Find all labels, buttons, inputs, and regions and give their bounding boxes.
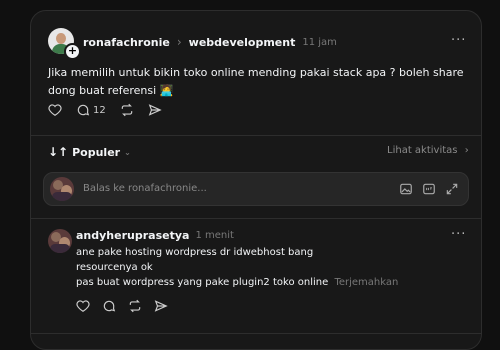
heart-icon[interactable] bbox=[76, 299, 90, 313]
send-icon bbox=[148, 104, 162, 116]
post-time: 11 jam bbox=[302, 36, 337, 48]
more-options-icon[interactable]: ··· bbox=[451, 33, 466, 48]
post-actions: 12 bbox=[48, 103, 162, 117]
reply-composer[interactable]: Balas ke ronafachronie... bbox=[43, 172, 469, 206]
repost-button[interactable] bbox=[120, 103, 134, 117]
composer-avatar bbox=[50, 177, 74, 201]
image-icon[interactable] bbox=[399, 182, 413, 196]
sort-arrows-icon: ↓↑ bbox=[48, 145, 69, 159]
comment-icon bbox=[77, 104, 90, 116]
reply-actions bbox=[76, 299, 168, 313]
reply-body: ane pake hosting wordpress dr idwebhost … bbox=[76, 245, 476, 290]
send-icon[interactable] bbox=[154, 299, 168, 313]
chevron-right-icon: › bbox=[464, 145, 469, 156]
heart-icon bbox=[48, 104, 62, 116]
like-button[interactable] bbox=[48, 103, 62, 117]
reply-header: andyheruprasetya 1 menit bbox=[76, 229, 234, 242]
translate-link[interactable]: Terjemahkan bbox=[334, 277, 398, 288]
reply-username[interactable]: andyheruprasetya bbox=[76, 229, 189, 242]
gif-icon[interactable] bbox=[422, 182, 436, 196]
reply-count: 12 bbox=[93, 104, 106, 116]
reply-avatar[interactable] bbox=[48, 229, 72, 253]
divider bbox=[31, 333, 481, 334]
technologist-emoji-icon: 🧑‍💻 bbox=[159, 84, 174, 97]
sort-dropdown[interactable]: ↓↑ Populer ⌄ bbox=[48, 145, 131, 159]
divider bbox=[31, 135, 481, 136]
reply-input[interactable]: Balas ke ronafachronie... bbox=[83, 183, 207, 194]
activity-link[interactable]: Lihat aktivitas › bbox=[387, 145, 469, 156]
share-button[interactable] bbox=[148, 103, 162, 117]
expand-icon[interactable] bbox=[445, 182, 459, 196]
repost-icon bbox=[121, 103, 132, 117]
chevron-down-icon: ⌄ bbox=[124, 147, 131, 157]
comment-button[interactable]: 12 bbox=[76, 103, 106, 117]
post-header: ronafachronie › webdevelopment 11 jam bbox=[83, 35, 337, 49]
reply-line: ane pake hosting wordpress dr idwebhost … bbox=[76, 247, 314, 258]
divider bbox=[31, 218, 481, 219]
sort-label: Populer bbox=[72, 145, 121, 159]
comment-icon[interactable] bbox=[102, 299, 116, 313]
chevron-right-icon: › bbox=[176, 35, 182, 49]
thread-card: + ronafachronie › webdevelopment 11 jam … bbox=[30, 10, 482, 350]
post-body: Jika memilih untuk bikin toko online men… bbox=[48, 64, 468, 100]
follow-plus-icon[interactable]: + bbox=[64, 43, 81, 60]
reply-line: resourcenya ok bbox=[76, 262, 153, 273]
activity-link-label: Lihat aktivitas bbox=[387, 145, 458, 156]
repost-icon[interactable] bbox=[128, 299, 142, 313]
composer-tools bbox=[399, 182, 459, 196]
reply-more-options-icon[interactable]: ··· bbox=[451, 227, 466, 242]
post-text: Jika memilih untuk bikin toko online men… bbox=[48, 66, 464, 97]
reply-line: pas buat wordpress yang pake plugin2 tok… bbox=[76, 277, 329, 288]
post-username[interactable]: ronafachronie bbox=[83, 36, 170, 49]
post-community[interactable]: webdevelopment bbox=[189, 36, 296, 49]
reply-time: 1 menit bbox=[195, 230, 234, 241]
